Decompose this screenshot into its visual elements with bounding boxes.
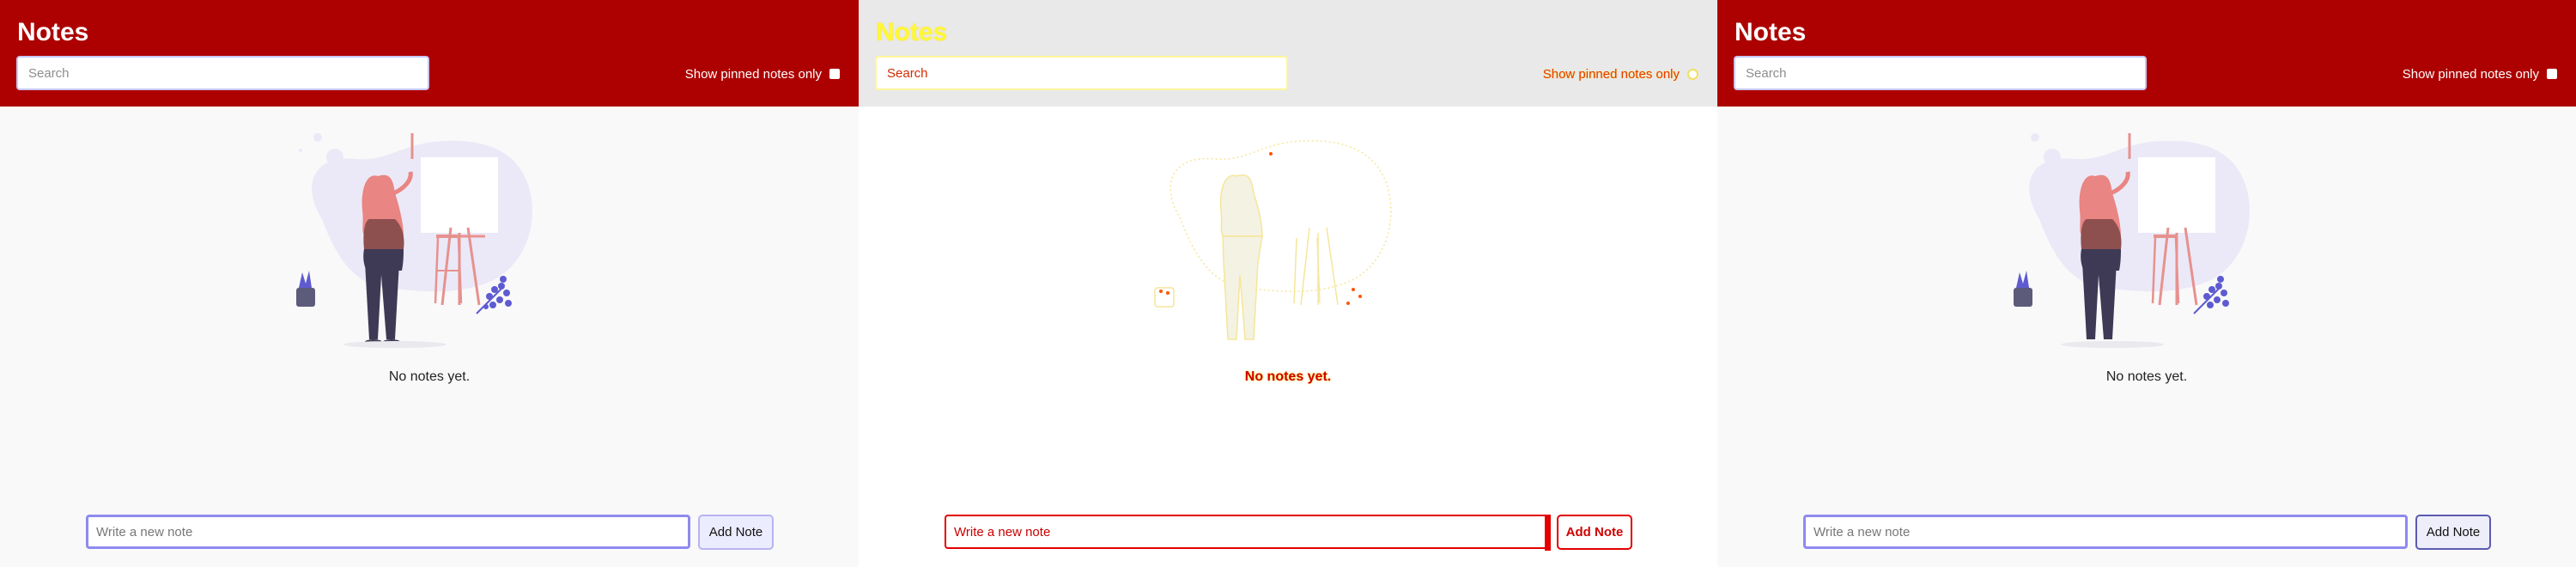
pinned-filter-checkbox[interactable] xyxy=(829,69,840,79)
woman-painting-illustration-icon xyxy=(296,133,532,348)
app-title: Notes xyxy=(876,18,948,46)
search-input[interactable] xyxy=(875,56,1288,90)
screenshot-stage: Notes Show pinned notes only xyxy=(0,0,2576,567)
search-input[interactable] xyxy=(16,56,429,90)
woman-painting-outline-icon xyxy=(1154,140,1392,340)
empty-state-illustration xyxy=(296,133,532,348)
app-title: Notes xyxy=(17,18,89,46)
pinned-filter-label: Show pinned notes only xyxy=(684,66,822,82)
empty-state-illustration xyxy=(1154,140,1392,340)
app-header: Notes Show pinned notes only xyxy=(0,0,859,107)
pinned-filter-label: Show pinned notes only xyxy=(2402,66,2539,82)
add-note-button[interactable]: Add Note xyxy=(698,515,774,550)
pinned-filter[interactable]: Show pinned notes only xyxy=(2403,65,2557,82)
app-header: Notes Show pinned notes only xyxy=(859,0,1717,107)
pinned-filter-label: Show pinned notes only xyxy=(1542,66,1680,82)
pinned-filter[interactable]: Show pinned notes only xyxy=(1543,65,1698,82)
empty-state-illustration xyxy=(2014,133,2250,348)
empty-state-text: No notes yet. xyxy=(2105,369,2188,384)
new-note-input[interactable] xyxy=(1803,515,2408,549)
notes-app-panel-1: Notes Show pinned notes only xyxy=(0,0,859,567)
app-title: Notes xyxy=(1735,18,1807,46)
empty-state-text: No notes yet. xyxy=(1244,369,1332,384)
search-input[interactable] xyxy=(1734,56,2147,90)
new-note-input[interactable] xyxy=(945,515,1549,549)
pinned-filter[interactable]: Show pinned notes only xyxy=(685,65,840,82)
input-divider xyxy=(1545,515,1551,551)
woman-painting-illustration-icon xyxy=(2014,133,2250,348)
add-note-button[interactable]: Add Note xyxy=(1557,515,1632,550)
new-note-input[interactable] xyxy=(86,515,690,549)
pinned-filter-checkbox[interactable] xyxy=(1687,68,1698,80)
notes-app-panel-3: Notes Show pinned notes only xyxy=(1717,0,2576,567)
add-note-button[interactable]: Add Note xyxy=(2415,515,2491,550)
pinned-filter-checkbox[interactable] xyxy=(2547,69,2557,79)
app-header: Notes Show pinned notes only xyxy=(1717,0,2576,107)
empty-state-text: No notes yet. xyxy=(388,369,471,384)
notes-app-panel-2: Notes Show pinned notes only xyxy=(859,0,1717,567)
